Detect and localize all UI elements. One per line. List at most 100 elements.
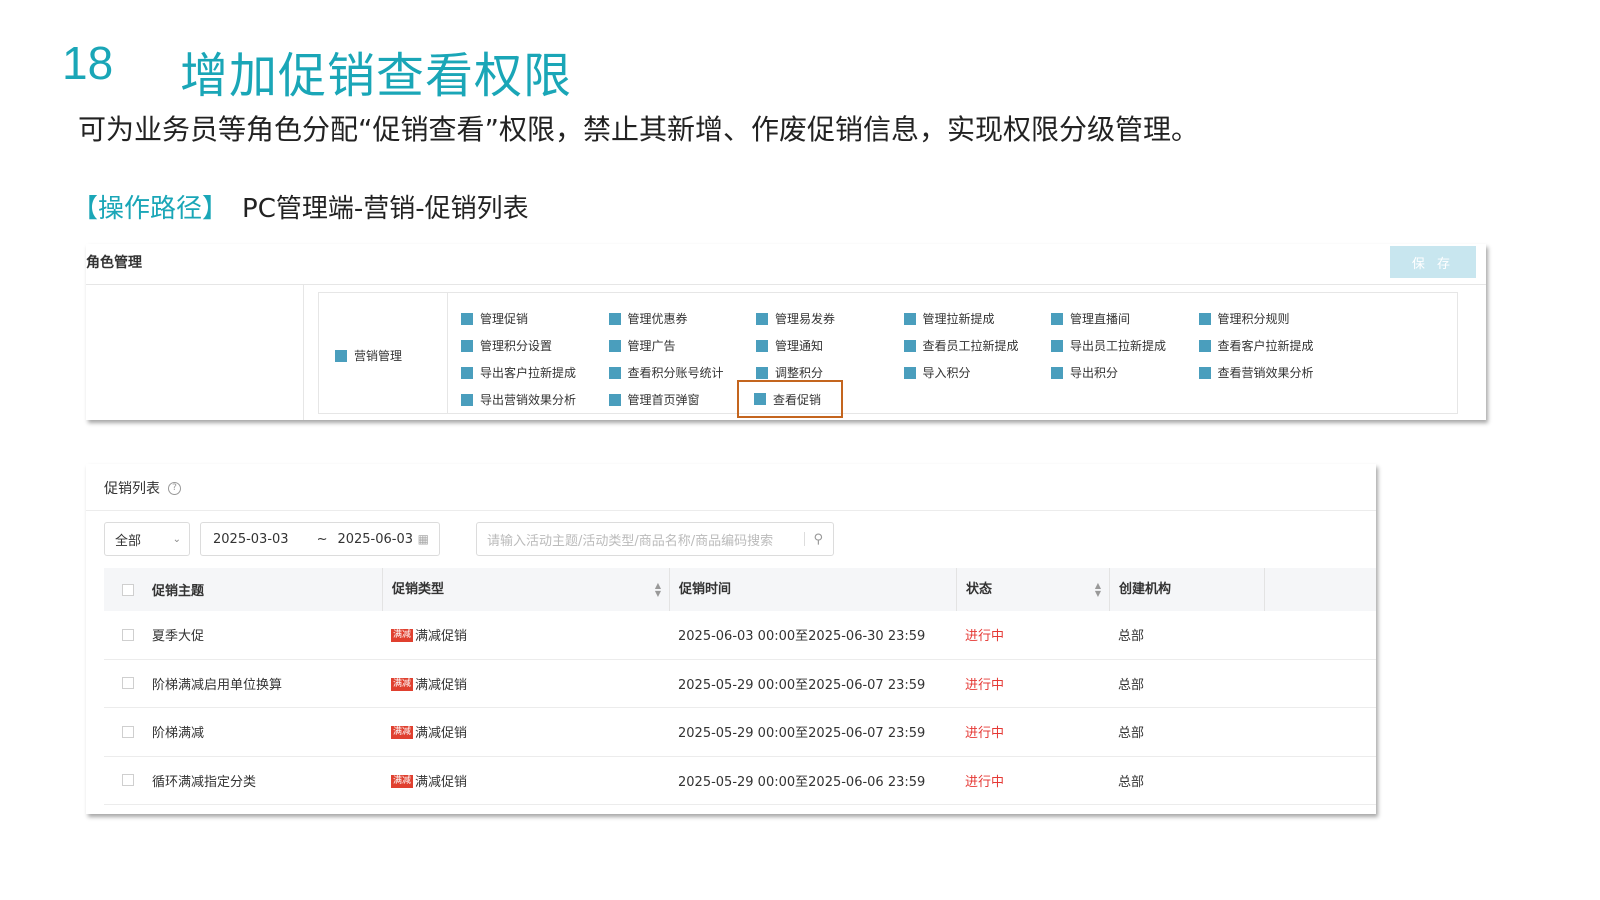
checkbox-checked-icon[interactable] [461,366,473,379]
cell-status: 进行中 [965,629,1005,645]
row-checkbox[interactable] [122,677,134,690]
permission-item[interactable]: 管理广告 [608,332,757,359]
permission-item[interactable]: 查看积分账号统计 [608,359,757,386]
permission-label: 管理易发券 [775,312,836,326]
column-header-type-label: 促销类型 [392,582,445,597]
checkbox-checked-icon[interactable] [1198,312,1211,325]
permission-item[interactable]: 查看营销效果分析 [1198,359,1347,386]
cell-status: 进行中 [965,726,1005,742]
checkbox-checked-icon[interactable] [756,339,768,352]
checkbox-checked-icon[interactable] [1051,366,1063,379]
table-row[interactable]: 循环满减指定分类 满减 满减促销 2025-05-29 00:00至2025-06-0… [104,757,1376,805]
checkbox-checked-icon[interactable] [608,393,621,406]
checkbox-checked-icon[interactable] [1198,339,1211,352]
calendar-icon[interactable]: ▦ [418,532,429,546]
search-placeholder: 请输入活动主题/活动类型/商品名称/商品编码搜索 [487,533,774,549]
divider [804,532,806,546]
permission-item[interactable]: 管理通知 [756,332,904,359]
permission-item-view-promotion[interactable]: 查看促销 [737,380,843,418]
row-checkbox[interactable] [122,725,134,738]
row-checkbox[interactable] [122,774,134,787]
permission-label: 查看客户拉新提成 [1217,339,1314,353]
checkbox-checked-icon[interactable] [608,339,621,352]
permission-label: 导入积分 [922,366,971,380]
checkbox-checked-icon[interactable] [1051,339,1063,352]
checkbox-checked-icon[interactable] [608,312,621,325]
permission-item[interactable]: 管理首页弹窗 [608,386,757,413]
cell-type: 满减 满减促销 [382,771,669,790]
row-select-cell [104,725,152,738]
slide-description: 可为业务员等角色分配“促销查看”权限，禁止其新增、作废促销信息，实现权限分级管理… [78,113,1200,146]
promo-tag-badge: 满减 [391,629,414,643]
role-management-panel: 角色管理 保 存 营销管理 管理促销 管理优惠券 管理易发券 管理拉新提成 管理直播间管… [86,244,1486,420]
search-icon[interactable]: ⚲ [813,532,823,547]
cell-status: 进行中 [965,677,1005,693]
table-body: 夏季大促 满减 满减促销 2025-06-03 00:00至2025-06-30 23… [104,611,1376,805]
promotion-list-title: 促销列表 ? [104,478,181,498]
checkbox-checked-icon[interactable] [754,393,766,405]
row-select-cell [104,774,152,787]
checkbox-checked-icon[interactable] [461,312,473,325]
permission-item[interactable]: 管理直播间 [1051,305,1199,332]
sort-icon[interactable]: ▲ ▼ [655,581,661,598]
permission-grid: 管理促销 管理优惠券 管理易发券 管理拉新提成 管理直播间 管理积分规则管理积分设置 管理广… [461,305,1347,418]
checkbox-checked-icon[interactable] [756,366,768,379]
permission-item[interactable]: 管理促销 [461,305,609,332]
date-separator: ~ [316,531,328,547]
date-end[interactable]: 2025-06-03 [337,532,413,547]
permission-item[interactable]: 导出客户拉新提成 [461,359,609,386]
permission-item[interactable]: 导出营销效果分析 [461,386,609,413]
permission-item[interactable]: 查看客户拉新提成 [1198,332,1347,359]
sort-icon[interactable]: ▲ ▼ [1095,581,1101,598]
permission-item[interactable]: 管理易发券 [756,305,904,332]
column-header-status[interactable]: 状态 ▲ ▼ [956,568,1109,611]
promo-tag-badge: 满减 [391,726,414,740]
checkbox-checked-icon[interactable] [461,339,473,352]
checkbox-checked-icon[interactable] [461,393,473,406]
permission-item[interactable]: 查看员工拉新提成 [903,332,1052,359]
permission-group-marketing[interactable]: 营销管理 [335,347,402,364]
checkbox-checked-icon[interactable] [903,366,916,379]
permission-item[interactable]: 导出员工拉新提成 [1051,332,1199,359]
status-select[interactable]: 全部 ⌄ [104,522,190,556]
permission-label: 查看促销 [773,392,822,407]
table-row[interactable]: 夏季大促 满减 满减促销 2025-06-03 00:00至2025-06-30 23… [104,611,1376,660]
permission-group-label: 营销管理 [354,349,403,363]
cell-time: 2025-05-29 00:00至2025-06-07 23:59 [678,726,926,742]
permission-label: 管理积分规则 [1217,312,1290,326]
column-header-type[interactable]: 促销类型 ▲ ▼ [382,568,669,611]
chevron-down-icon: ⌄ [172,533,181,545]
permission-label: 管理优惠券 [627,312,688,326]
column-header-status-label: 状态 [966,582,993,597]
checkbox-checked-icon[interactable] [1051,312,1063,325]
table-header: 促销主题 促销类型 ▲ ▼ 促销时间 状态 ▲ ▼ 创建机构 [104,568,1376,611]
table-row[interactable]: 阶梯满减 满减 满减促销 2025-05-29 00:00至2025-06-07 23… [104,708,1376,757]
date-start[interactable]: 2025-03-03 [213,532,289,547]
checkbox-checked-icon[interactable] [1198,366,1211,379]
permission-item[interactable]: 管理积分规则 [1198,305,1347,332]
search-input[interactable]: 请输入活动主题/活动类型/商品名称/商品编码搜索 ⚲ [476,522,834,556]
permission-item[interactable]: 导出积分 [1051,359,1199,386]
permission-item[interactable]: 管理优惠券 [608,305,757,332]
permission-label: 导出营销效果分析 [480,393,577,407]
permission-item[interactable]: 管理拉新提成 [903,305,1052,332]
checkbox-checked-icon[interactable] [335,349,347,362]
permission-item[interactable]: 导入积分 [903,359,1052,386]
checkbox-checked-icon[interactable] [608,366,621,379]
scroll-area [1458,284,1486,420]
slide-title: 增加促销查看权限 [180,48,573,104]
cell-subject: 夏季大促 [152,629,205,645]
table-row[interactable]: 阶梯满减启用单位换算 满减 满减促销 2025-05-29 00:00至2025-06… [104,660,1376,708]
select-all-checkbox[interactable] [122,583,134,596]
cell-type-text: 满减促销 [415,774,468,790]
checkbox-checked-icon[interactable] [903,312,916,325]
row-checkbox[interactable] [122,628,134,641]
date-range-picker[interactable]: 2025-03-03 ~ 2025-06-03 ▦ [200,522,440,556]
question-circle-icon[interactable]: ? [168,481,181,495]
operation-path-text: PC管理端-营销-促销列表 [242,194,529,224]
save-button[interactable]: 保 存 [1390,246,1476,278]
checkbox-checked-icon[interactable] [903,339,916,352]
permission-item[interactable]: 管理积分设置 [461,332,609,359]
checkbox-checked-icon[interactable] [756,312,768,325]
cell-org: 总部 [1118,774,1145,790]
